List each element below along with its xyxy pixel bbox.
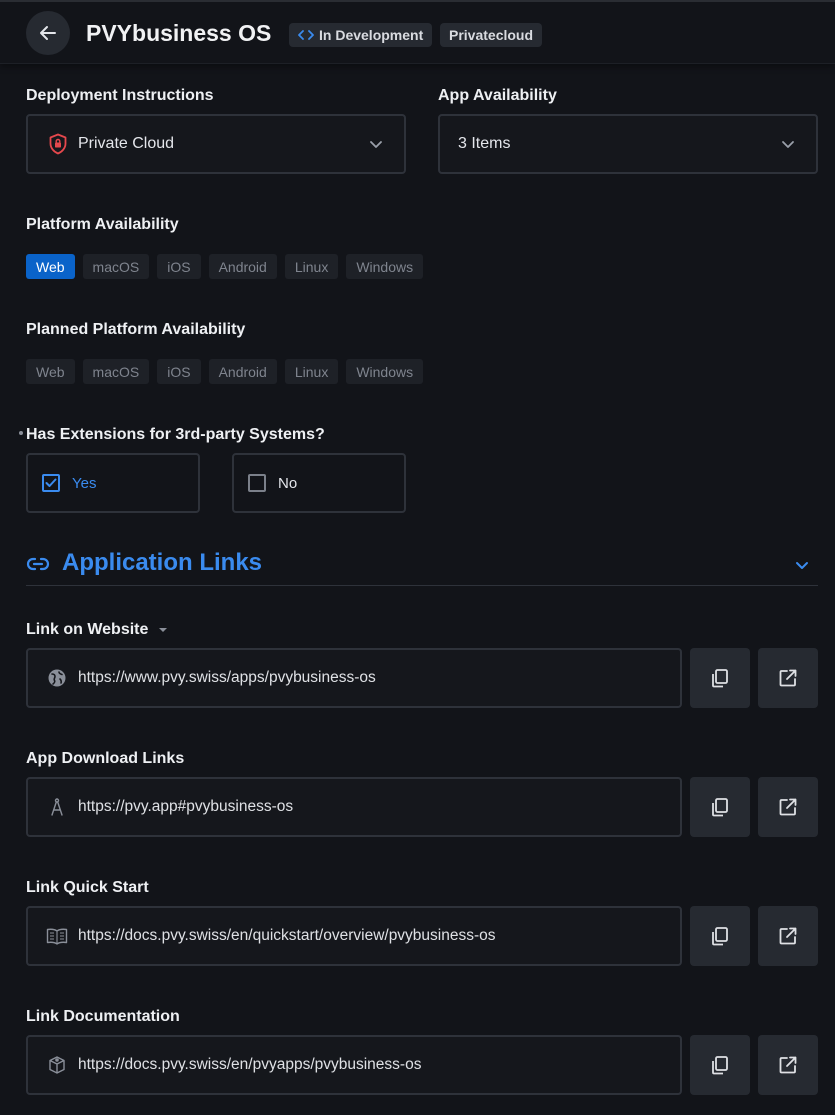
copy-icon xyxy=(712,1056,728,1075)
open-external-button[interactable] xyxy=(758,1035,818,1095)
copy-button[interactable] xyxy=(690,906,750,966)
link-website-field[interactable]: https://www.pvy.swiss/apps/pvybusiness-o… xyxy=(26,648,682,708)
extensions-yes-option[interactable]: Yes xyxy=(26,453,200,513)
availability-select[interactable]: 3 Items xyxy=(438,114,818,174)
extensions-label: Has Extensions for 3rd-party Systems? xyxy=(26,426,325,443)
planned-chip-macos[interactable]: macOS xyxy=(82,359,150,384)
platform-chip-linux[interactable]: Linux xyxy=(284,254,339,279)
extensions-no-label: No xyxy=(278,474,298,492)
link-download-field[interactable]: https://pvy.app#pvybusiness-os xyxy=(26,777,682,837)
link-website-url: https://www.pvy.swiss/apps/pvybusiness-o… xyxy=(78,669,376,686)
availability-value: 3 Items xyxy=(458,135,511,152)
copy-icon xyxy=(712,798,728,817)
page-title: PVYbusiness OS xyxy=(86,20,272,46)
cloud-badge-label: Privatecloud xyxy=(449,27,534,43)
planned-platform-chips: Web macOS iOS Android Linux Windows xyxy=(26,359,424,384)
platform-chip-macos[interactable]: macOS xyxy=(82,254,150,279)
copy-icon xyxy=(712,927,728,946)
extensions-no-option[interactable]: No xyxy=(232,453,406,513)
shield-lock-icon xyxy=(49,133,67,155)
platform-chip-web[interactable]: Web xyxy=(26,254,75,279)
status-badge: In Development xyxy=(289,23,433,47)
planned-chip-web[interactable]: Web xyxy=(26,359,75,384)
copy-button[interactable] xyxy=(690,1035,750,1095)
link-download-url: https://pvy.app#pvybusiness-os xyxy=(78,798,294,815)
availability-label: App Availability xyxy=(438,87,557,104)
platform-chip-ios[interactable]: iOS xyxy=(157,254,201,279)
compass-icon xyxy=(46,796,68,818)
extensions-yes-label: Yes xyxy=(72,474,97,492)
link-documentation-url: https://docs.pvy.swiss/en/pvyapps/pvybus… xyxy=(78,1056,422,1073)
external-link-icon xyxy=(779,1056,797,1074)
platform-label: Platform Availability xyxy=(26,216,179,233)
link-quickstart-field[interactable]: https://docs.pvy.swiss/en/quickstart/ove… xyxy=(26,906,682,966)
arrow-left-icon xyxy=(40,26,56,40)
section-divider xyxy=(26,585,818,586)
link-icon xyxy=(26,557,50,571)
platform-chips: Web macOS iOS Android Linux Windows xyxy=(26,254,424,279)
deployment-label: Deployment Instructions xyxy=(26,87,214,104)
book-icon xyxy=(46,925,68,947)
open-external-button[interactable] xyxy=(758,777,818,837)
copy-icon xyxy=(712,669,728,688)
required-dot xyxy=(19,431,23,435)
planned-chip-linux[interactable]: Linux xyxy=(284,359,339,384)
globe-icon xyxy=(46,667,68,689)
app-header: PVYbusiness OS In Development Privateclo… xyxy=(0,0,835,64)
check-icon xyxy=(45,478,57,487)
platform-chip-windows[interactable]: Windows xyxy=(346,254,424,279)
link-documentation-label: Link Documentation xyxy=(26,1008,180,1025)
open-external-button[interactable] xyxy=(758,648,818,708)
planned-chip-ios[interactable]: iOS xyxy=(157,359,201,384)
external-link-icon xyxy=(779,669,797,687)
planned-platform-label: Planned Platform Availability xyxy=(26,321,246,338)
platform-chip-android[interactable]: Android xyxy=(208,254,277,279)
external-link-icon xyxy=(779,798,797,816)
checkbox-unchecked[interactable] xyxy=(248,474,266,492)
back-button[interactable] xyxy=(26,11,70,55)
planned-chip-windows[interactable]: Windows xyxy=(346,359,424,384)
cloud-badge: Privatecloud xyxy=(440,23,543,47)
code-icon xyxy=(298,30,314,40)
open-external-button[interactable] xyxy=(758,906,818,966)
status-badge-label: In Development xyxy=(319,27,424,43)
deployment-value: Private Cloud xyxy=(78,135,175,152)
section-collapse-chevron-icon[interactable] xyxy=(794,557,810,573)
link-quickstart-url: https://docs.pvy.swiss/en/quickstart/ove… xyxy=(78,927,496,944)
copy-button[interactable] xyxy=(690,648,750,708)
caret-down-icon[interactable] xyxy=(157,625,169,635)
link-website-label: Link on Website xyxy=(26,621,169,639)
link-documentation-field[interactable]: https://docs.pvy.swiss/en/pvyapps/pvybus… xyxy=(26,1035,682,1095)
chevron-down-icon xyxy=(782,141,794,148)
planned-chip-android[interactable]: Android xyxy=(208,359,277,384)
section-title-application-links: Application Links xyxy=(62,549,263,576)
external-link-icon xyxy=(779,927,797,945)
chevron-down-icon xyxy=(370,141,382,148)
copy-button[interactable] xyxy=(690,777,750,837)
checkbox-checked[interactable] xyxy=(42,474,60,492)
package-icon xyxy=(46,1054,68,1076)
link-download-label: App Download Links xyxy=(26,750,185,767)
deployment-select[interactable]: Private Cloud xyxy=(26,114,406,174)
link-quickstart-label: Link Quick Start xyxy=(26,879,149,896)
link-website-label-text: Link on Website xyxy=(26,621,149,638)
